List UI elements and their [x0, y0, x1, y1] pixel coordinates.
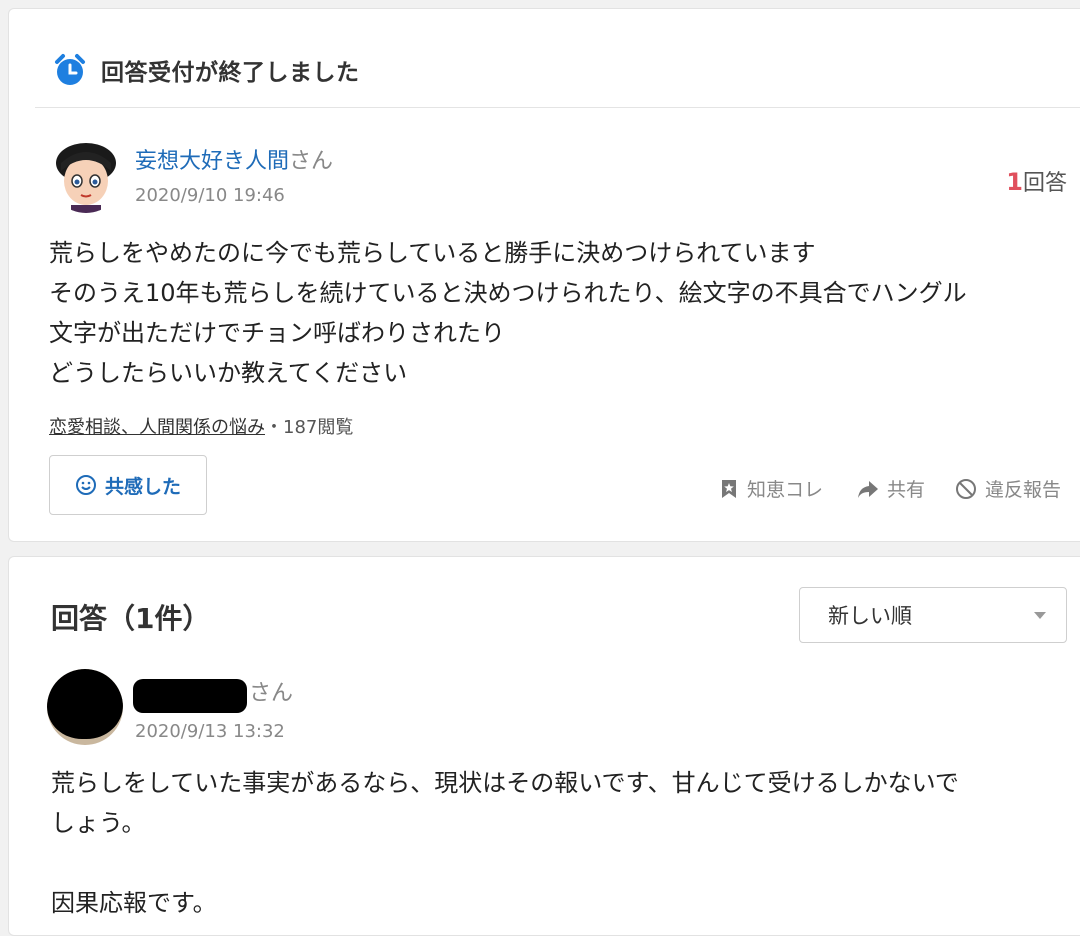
- alarm-clock-icon: [55, 54, 85, 85]
- answer-avatar[interactable]: [47, 669, 123, 745]
- share-arrow-icon: [858, 480, 878, 498]
- report-button[interactable]: 違反報告: [955, 475, 1061, 502]
- question-card: 回答受付が終了しました 妄想大好き人間さん 2020/9/10 19:46 1回…: [8, 8, 1080, 542]
- answers-card: 回答（1件） 新しい順 さん 2020/9/13 13:32 荒らしをしていた事…: [8, 556, 1080, 936]
- meta-row: 恋愛相談、人間関係の悩み・187閲覧: [49, 413, 353, 439]
- chevron-down-icon: [1034, 611, 1046, 619]
- bookmark-icon: [722, 479, 736, 498]
- share-button[interactable]: 共有: [857, 475, 925, 502]
- sort-select[interactable]: 新しい順: [799, 587, 1067, 643]
- view-count: ・187閲覧: [265, 417, 354, 438]
- question-body: 荒らしをやめたのに今でも荒らしていると勝手に決めつけられています そのうえ10年…: [49, 239, 967, 387]
- answer-count-label: 回答: [1022, 171, 1067, 196]
- avatar[interactable]: [49, 139, 123, 213]
- chiebukuro-label: 知恵コレ: [747, 479, 824, 501]
- user-name-link[interactable]: 妄想大好き人間: [135, 149, 289, 174]
- user-name[interactable]: 妄想大好き人間さん: [135, 143, 333, 175]
- redaction-mark: [47, 669, 123, 739]
- empathy-button[interactable]: 共感した: [49, 455, 207, 515]
- post-date: 2020/9/10 19:46: [135, 185, 285, 206]
- answer-user-suffix: さん: [249, 681, 294, 706]
- divider: [35, 107, 1080, 108]
- status-row: 回答受付が終了しました: [53, 53, 360, 87]
- smile-icon: [75, 475, 96, 495]
- empathy-label: 共感した: [104, 475, 181, 498]
- answer-count-number: 1: [1006, 168, 1023, 196]
- prohibit-icon: [956, 478, 976, 499]
- answer-count: 1回答: [1006, 165, 1067, 197]
- user-suffix: さん: [289, 149, 334, 174]
- report-label: 違反報告: [985, 479, 1062, 501]
- chiebukuro-button[interactable]: 知恵コレ: [719, 475, 823, 502]
- status-text: 回答受付が終了しました: [101, 60, 360, 86]
- redacted-username: [133, 679, 247, 713]
- answers-title: 回答（1件）: [51, 602, 211, 635]
- answer-user-name: さん: [249, 675, 293, 707]
- sort-selected: 新しい順: [828, 604, 912, 628]
- share-label: 共有: [887, 479, 926, 501]
- answer-body: 荒らしをしていた事実があるなら、現状はその報いです、甘んじて受けるしかないで し…: [51, 769, 959, 917]
- answer-date: 2020/9/13 13:32: [135, 721, 285, 742]
- category-link[interactable]: 恋愛相談、人間関係の悩み: [49, 417, 265, 438]
